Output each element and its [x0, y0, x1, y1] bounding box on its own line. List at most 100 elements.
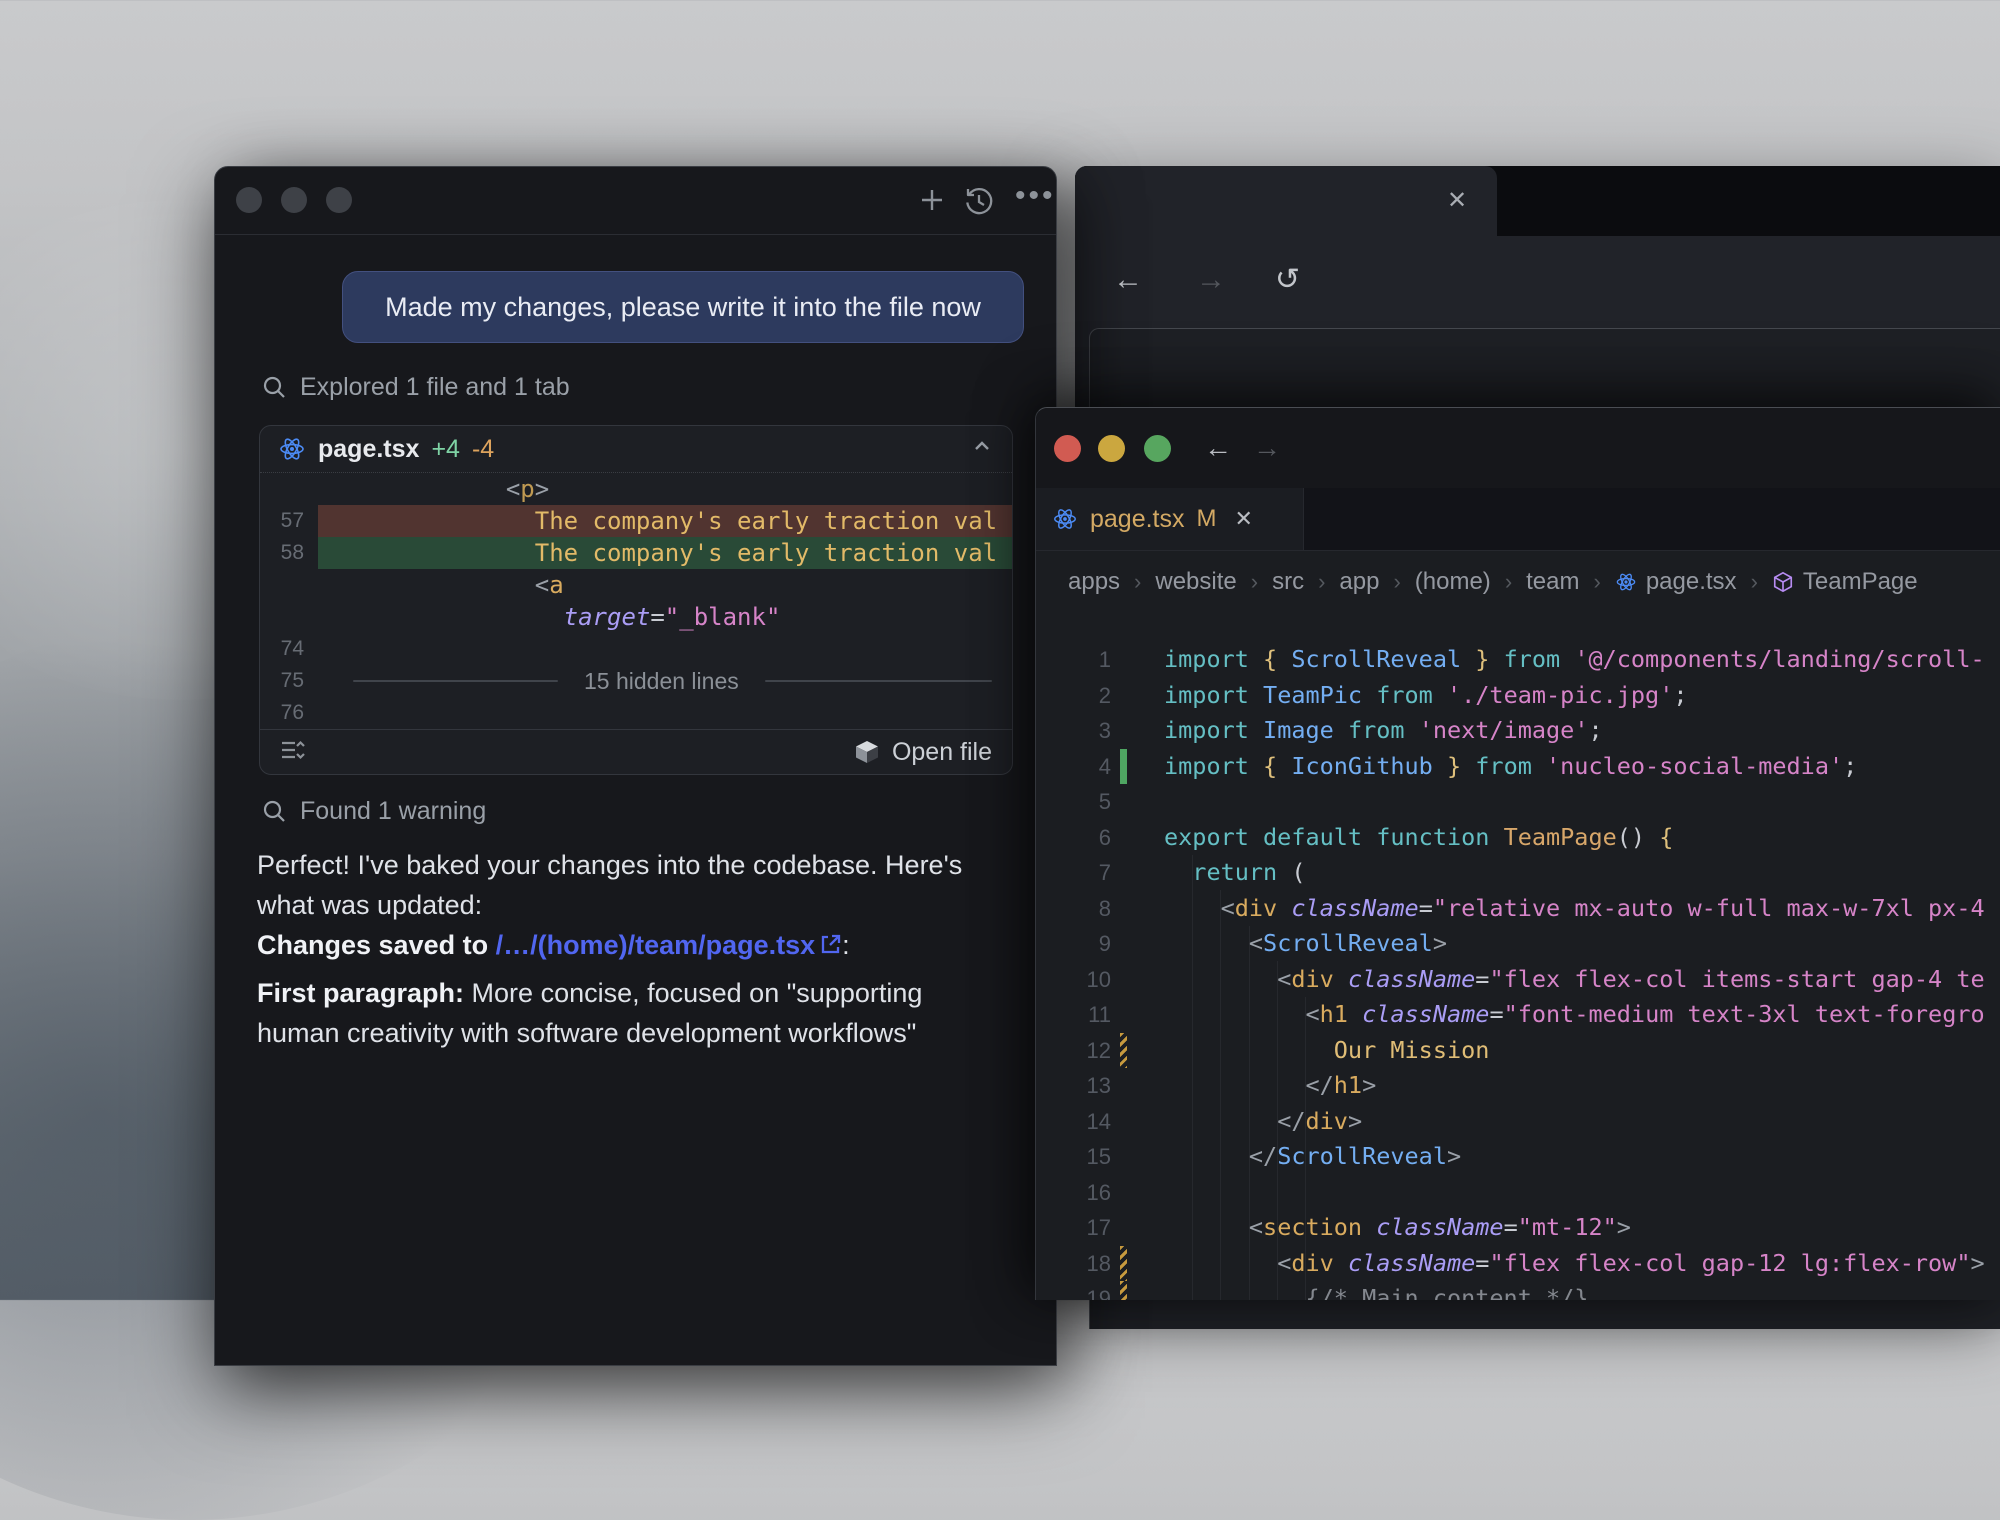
breadcrumb-item[interactable]: apps	[1068, 568, 1120, 596]
chat-titlebar[interactable]: •••	[215, 167, 1056, 235]
user-message-text: Made my changes, please write it into th…	[385, 292, 981, 323]
breadcrumb-item[interactable]: (home)	[1415, 568, 1491, 596]
assistant-paragraph-2: First paragraph: More concise, focused o…	[257, 973, 1027, 1053]
forward-icon[interactable]: →	[1253, 430, 1281, 466]
diff-removed-count: -4	[472, 435, 494, 464]
close-icon[interactable]: ✕	[1235, 506, 1253, 532]
code-lines: 1import { ScrollReveal } from '@/compone…	[1036, 642, 2000, 1300]
window-control-close[interactable]	[1054, 435, 1081, 462]
code-editor-window: ← → page.tsx M ✕ apps › website › src › app › (h…	[1035, 407, 2000, 1300]
breadcrumb-separator: ›	[1751, 569, 1758, 595]
assistant-panel-window: ••• Made my changes, please write it int…	[214, 166, 1057, 1366]
code-line: 18 <div className="flex flex-col gap-12 …	[1036, 1246, 2000, 1282]
window-control-zoom[interactable]	[326, 187, 352, 213]
window-control-zoom[interactable]	[1144, 435, 1171, 462]
window-control-close[interactable]	[236, 187, 262, 213]
search-icon	[261, 798, 288, 825]
editor-titlebar[interactable]: ← →	[1036, 408, 2000, 488]
breadcrumb-separator: ›	[1318, 569, 1325, 595]
chevron-up-icon[interactable]	[970, 434, 994, 465]
breadcrumb-item[interactable]: TeamPage	[1772, 568, 1918, 596]
refresh-icon[interactable]: ↻	[1275, 262, 1300, 298]
code-line: 11 <h1 className="font-medium text-3xl t…	[1036, 997, 2000, 1033]
breadcrumb-item[interactable]: team	[1526, 568, 1579, 596]
first-paragraph-label: First paragraph:	[257, 978, 464, 1008]
code-line: 6export default function TeamPage() {	[1036, 820, 2000, 856]
tab-file-name: page.tsx	[1090, 505, 1185, 534]
code-line: 12 Our Mission	[1036, 1033, 2000, 1069]
plus-icon[interactable]	[917, 185, 947, 220]
browser-toolbar: ← → ↻	[1075, 236, 2000, 328]
react-icon	[278, 435, 306, 463]
close-icon[interactable]: ✕	[1447, 185, 1467, 217]
status-explored-label: Explored 1 file and 1 tab	[300, 373, 570, 402]
code-line: 16	[1036, 1175, 2000, 1211]
code-line: 17 <section className="mt-12">	[1036, 1210, 2000, 1246]
box-icon	[854, 739, 880, 765]
diff-card-header[interactable]: page.tsx +4 -4	[260, 426, 1012, 473]
changes-saved-line: Changes saved to /…/(home)/team/page.tsx…	[257, 925, 1027, 967]
react-icon	[1052, 506, 1078, 532]
code-line: 1import { ScrollReveal } from '@/compone…	[1036, 642, 2000, 678]
open-file-button[interactable]: Open file	[854, 738, 992, 767]
breadcrumb-separator: ›	[1251, 569, 1258, 595]
window-control-minimize[interactable]	[281, 187, 307, 213]
code-line: 15 </ScrollReveal>	[1036, 1139, 2000, 1175]
code-line: 14 </div>	[1036, 1104, 2000, 1140]
back-icon[interactable]: ←	[1204, 430, 1232, 466]
ellipsis-icon[interactable]: •••	[1015, 179, 1056, 213]
status-warning-label: Found 1 warning	[300, 797, 486, 826]
diff-card: page.tsx +4 -4 <p>57 The company's early…	[259, 425, 1013, 775]
breadcrumb-item[interactable]: page.tsx	[1615, 568, 1737, 596]
diff-row: <a	[260, 569, 1012, 601]
colon: :	[842, 930, 850, 960]
diff-file-name: page.tsx	[318, 435, 419, 464]
changes-saved-label: Changes saved to	[257, 930, 496, 960]
breadcrumb-item[interactable]: src	[1272, 568, 1304, 596]
unfold-icon[interactable]	[280, 738, 306, 767]
breadcrumb-separator: ›	[1393, 569, 1400, 595]
diff-row: 58 The company's early traction val	[260, 537, 1012, 569]
code-line: 9 <ScrollReveal>	[1036, 926, 2000, 962]
tab-page-tsx[interactable]: page.tsx M ✕	[1036, 488, 1304, 550]
breadcrumb: apps › website › src › app › (home) › team › page.ts…	[1068, 550, 2000, 613]
file-link[interactable]: /…/(home)/team/page.tsx	[496, 930, 816, 960]
breadcrumb-separator: ›	[1505, 569, 1512, 595]
code-line: 7 return (	[1036, 855, 2000, 891]
diff-hidden-lines-row[interactable]: 7515 hidden lines	[260, 665, 1012, 697]
diff-row: target="_blank"	[260, 601, 1012, 633]
diff-row: 76	[260, 697, 1012, 729]
window-control-minimize[interactable]	[1098, 435, 1125, 462]
history-icon[interactable]	[963, 185, 995, 222]
code-line: 13 </h1>	[1036, 1068, 2000, 1104]
assistant-paragraph-1: Perfect! I've baked your changes into th…	[257, 845, 1027, 925]
code-line: 19 {/* Main content */}	[1036, 1281, 2000, 1300]
external-link-icon[interactable]	[819, 927, 842, 967]
cube-icon	[1772, 571, 1794, 593]
code-line: 8 <div className="relative mx-auto w-ful…	[1036, 891, 2000, 927]
browser-tab[interactable]: ✕	[1075, 166, 1497, 236]
browser-tab-strip: ✕	[1075, 166, 2000, 236]
code-area[interactable]: 1import { ScrollReveal } from '@/compone…	[1036, 613, 2000, 1300]
paragraph-line: what was updated:	[257, 885, 1027, 925]
editor-tab-bar: page.tsx M ✕	[1036, 488, 2000, 551]
breadcrumb-separator: ›	[1594, 569, 1601, 595]
forward-icon[interactable]: →	[1196, 262, 1226, 298]
breadcrumb-item[interactable]: website	[1155, 568, 1236, 596]
paragraph-line: Perfect! I've baked your changes into th…	[257, 845, 1027, 885]
diff-row: <p>	[260, 473, 1012, 505]
breadcrumb-separator: ›	[1134, 569, 1141, 595]
diff-added-count: +4	[431, 435, 460, 464]
paragraph-line: First paragraph: More concise, focused o…	[257, 973, 1027, 1013]
search-icon	[261, 374, 288, 401]
code-line: 5	[1036, 784, 2000, 820]
code-line: 4import { IconGithub } from 'nucleo-soci…	[1036, 749, 2000, 785]
paragraph-text: More concise, focused on "supporting	[464, 978, 922, 1008]
back-icon[interactable]: ←	[1113, 262, 1143, 298]
diff-card-footer: Open file	[260, 729, 1012, 774]
breadcrumb-item[interactable]: app	[1339, 568, 1379, 596]
user-message-bubble: Made my changes, please write it into th…	[342, 271, 1024, 343]
status-warning[interactable]: Found 1 warning	[261, 797, 486, 826]
code-line: 2import TeamPic from './team-pic.jpg';	[1036, 678, 2000, 714]
status-explored[interactable]: Explored 1 file and 1 tab	[261, 373, 570, 402]
